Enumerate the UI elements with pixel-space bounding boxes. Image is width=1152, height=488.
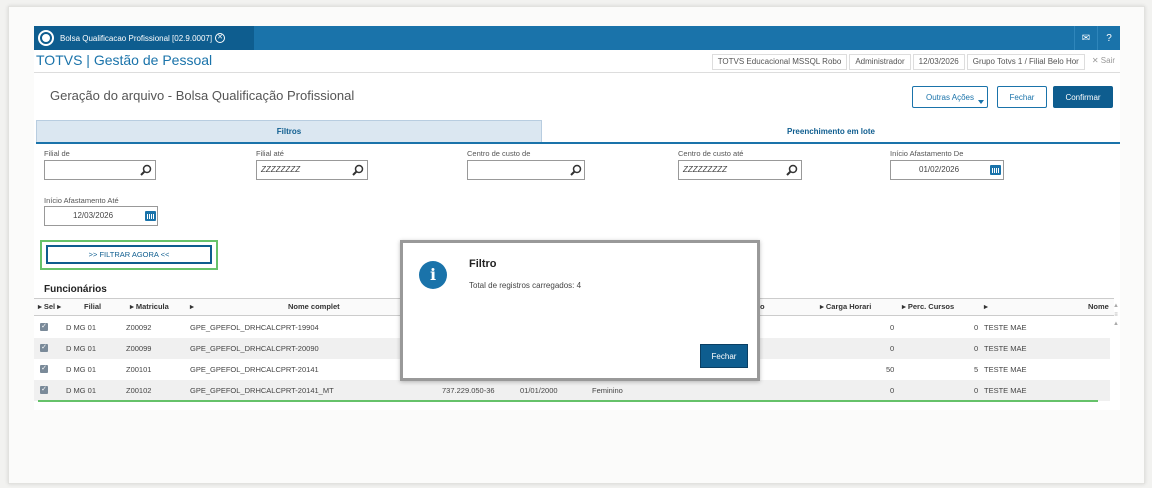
cell-perc: 0 [974, 344, 979, 353]
date-info[interactable]: 12/03/2026 [912, 54, 965, 70]
filial-ate-label: Filial até [256, 149, 284, 158]
program-tab-title: Bolsa Qualificacao Profissional [02.9.00… [60, 33, 213, 43]
program-tab[interactable]: Bolsa Qualificacao Profissional [02.9.00… [34, 26, 254, 50]
cost-center-from-label: Centro de custo de [467, 149, 531, 158]
cell-nome: GPE_GPEFOL_DRHCALCPRT-20141 [190, 365, 319, 374]
cost-center-from-input[interactable] [467, 160, 585, 180]
column-sort-icon[interactable]: ▸ [984, 302, 988, 311]
checkbox-checked-icon[interactable]: ✓ [40, 344, 48, 352]
cell-perc: 5 [974, 365, 979, 374]
cell-matricula: Z00101 [126, 365, 152, 374]
scroll-thumb-icon[interactable]: ≡ [1112, 311, 1120, 320]
branch-info[interactable]: Grupo Totvs 1 / Filial Belo Hor [966, 54, 1085, 70]
cost-center-to-input[interactable]: ZZZZZZZZZ [678, 160, 802, 180]
tab-filters[interactable]: Filtros [36, 120, 542, 142]
close-tab-icon[interactable]: ✕ [215, 33, 226, 43]
cell-carga: 0 [890, 323, 895, 332]
row-selection-highlight [38, 400, 1098, 406]
user-info[interactable]: Administrador [849, 54, 911, 70]
cell-nome2: TESTE MAE [984, 365, 1027, 374]
employees-section-title: Funcionários [44, 284, 107, 295]
cell-nome2: TESTE MAE [984, 344, 1027, 353]
leave-start-from-label: Início Afastamento De [890, 149, 964, 158]
checkbox-checked-icon[interactable]: ✓ [40, 365, 48, 373]
mail-icon[interactable]: ✉ [1074, 26, 1097, 50]
page-title: Geração do arquivo - Bolsa Qualificação … [50, 88, 355, 103]
cell-filial: D MG 01 [66, 344, 97, 353]
column-nome2[interactable]: Nome [1088, 302, 1109, 311]
filter-now-highlight: >> FILTRAR AGORA << [40, 240, 218, 270]
cell-nome2: TESTE MAE [984, 386, 1027, 395]
search-icon[interactable] [140, 164, 152, 176]
database-info[interactable]: TOTVS Educacional MSSQL Robo [711, 54, 848, 70]
search-icon[interactable] [570, 164, 582, 176]
dialog-title: Filtro [469, 258, 497, 270]
calendar-icon[interactable] [145, 211, 156, 221]
cell-filial: D MG 01 [66, 365, 97, 374]
column-nome[interactable]: Nome complet [288, 302, 340, 311]
top-bar: Bolsa Qualificacao Profissional [02.9.00… [34, 26, 1120, 50]
leave-start-to-label: Início Afastamento Até [44, 196, 119, 205]
column-perc[interactable]: ▸ Perc. Cursos [902, 302, 954, 311]
form-tabs: Filtros Preenchimento em lote [36, 120, 1120, 144]
column-sel[interactable]: ▸ Sel ▸ [38, 302, 61, 311]
cell-carga: 50 [886, 365, 895, 374]
scroll-up-icon[interactable]: ▲ [1112, 302, 1120, 311]
search-icon[interactable] [786, 164, 798, 176]
cell-perc: 0 [974, 386, 979, 395]
calendar-icon[interactable] [990, 165, 1001, 175]
app-header: TOTVS | Gestão de Pessoal TOTVS Educacio… [34, 50, 1120, 73]
checkbox-checked-icon[interactable]: ✓ [40, 323, 48, 331]
cell-nome: GPE_GPEFOL_DRHCALCPRT-20090 [190, 344, 319, 353]
column-matricula[interactable]: ▸ Matricula [130, 302, 169, 311]
scroll-down-icon[interactable]: ▲ [1112, 320, 1120, 329]
cell-matricula: Z00099 [126, 344, 152, 353]
cell-nome2: TESTE MAE [984, 323, 1027, 332]
search-icon[interactable] [352, 164, 364, 176]
info-icon: i [419, 261, 447, 289]
table-scrollbar[interactable]: ▲ ≡ ▲ [1112, 302, 1120, 342]
confirm-button[interactable]: Confirmar [1053, 86, 1113, 108]
other-actions-label: Outras Ações [925, 92, 975, 102]
cell-sex: Feminino [592, 386, 623, 395]
tab-batch-fill[interactable]: Preenchimento em lote [542, 120, 1120, 142]
table-row[interactable]: ✓ D MG 01 Z00102 GPE_GPEFOL_DRHCALCPRT-2… [34, 380, 1110, 401]
filter-info-dialog: i Filtro Total de registros carregados: … [400, 240, 760, 381]
close-button[interactable]: Fechar [997, 86, 1047, 108]
leave-start-from-input[interactable]: 01/02/2026 [890, 160, 1004, 180]
totvs-logo-icon [38, 30, 54, 46]
cell-birth-date: 01/01/2000 [520, 386, 558, 395]
cell-perc: 0 [974, 323, 979, 332]
cost-center-to-label: Centro de custo até [678, 149, 744, 158]
column-filial[interactable]: Filial [84, 302, 101, 311]
column-sort-icon[interactable]: ▸ [190, 302, 194, 311]
cell-carga: 0 [890, 344, 895, 353]
app-title: TOTVS | Gestão de Pessoal [36, 52, 213, 68]
logout-button[interactable]: ✕ Sair [1087, 54, 1120, 70]
cell-cpf: 737.229.050-36 [442, 386, 495, 395]
cell-matricula: Z00092 [126, 323, 152, 332]
cell-filial: D MG 01 [66, 386, 97, 395]
help-icon[interactable]: ? [1097, 26, 1120, 50]
dialog-message: Total de registros carregados: 4 [469, 281, 582, 290]
cell-nome: GPE_GPEFOL_DRHCALCPRT-19904 [190, 323, 319, 332]
filter-now-button[interactable]: >> FILTRAR AGORA << [46, 245, 212, 264]
cell-matricula: Z00102 [126, 386, 152, 395]
cell-filial: D MG 01 [66, 323, 97, 332]
column-partial[interactable]: o [760, 302, 765, 311]
leave-start-to-input[interactable]: 12/03/2026 [44, 206, 158, 226]
other-actions-button[interactable]: Outras Ações [912, 86, 988, 108]
dialog-close-button[interactable]: Fechar [700, 344, 748, 368]
checkbox-checked-icon[interactable]: ✓ [40, 386, 48, 394]
filial-de-label: Filial de [44, 149, 70, 158]
cell-carga: 0 [890, 386, 895, 395]
cell-nome: GPE_GPEFOL_DRHCALCPRT-20141_MT [190, 386, 334, 395]
chevron-down-icon [978, 100, 984, 104]
column-carga[interactable]: ▸ Carga Horari [820, 302, 871, 311]
